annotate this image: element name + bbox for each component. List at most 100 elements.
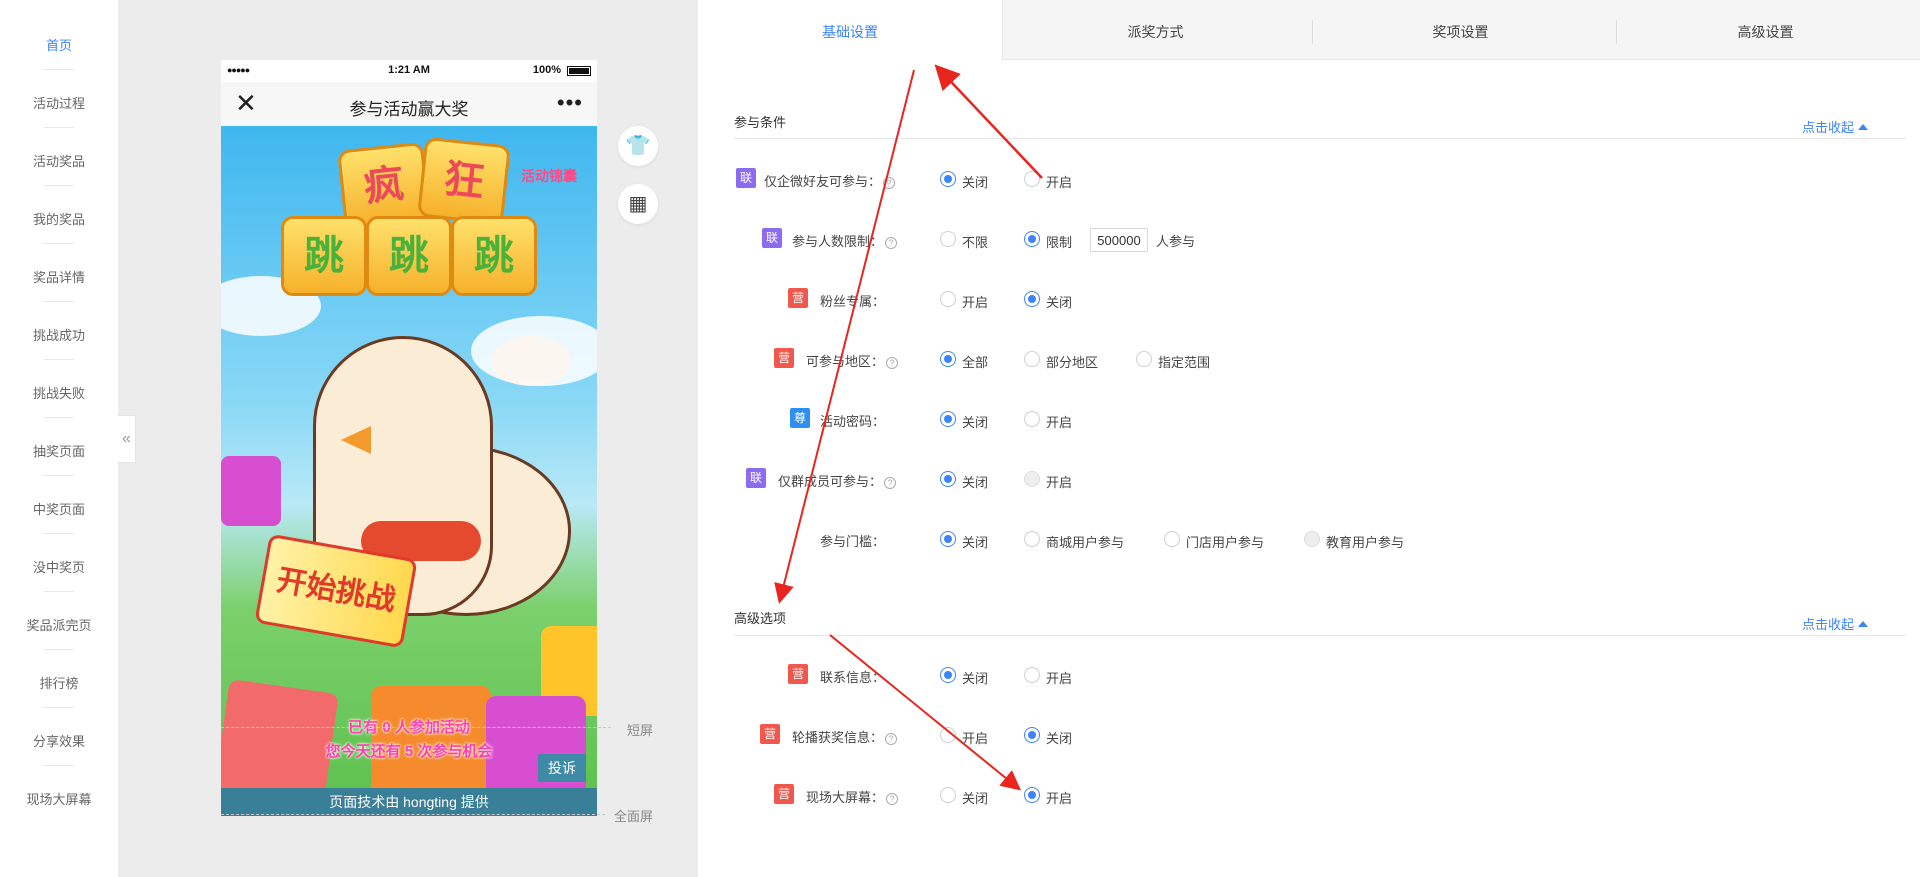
phone-preview: ●●●●● 1:21 AM 100% ✕ 参与活动赢大奖 ••• 疯 狂 跳 跳…	[221, 60, 597, 816]
nav-item-ranking[interactable]: 排行榜	[0, 673, 118, 692]
nav-separator	[44, 707, 74, 708]
row-label: 现场大屏幕：?	[806, 787, 899, 806]
nav-item-process[interactable]: 活动过程	[0, 93, 118, 112]
section-divider	[734, 138, 1906, 139]
nav-item-prizes[interactable]: 活动奖品	[0, 151, 118, 170]
radio-dot	[940, 531, 956, 547]
complain-button[interactable]: 投诉	[538, 754, 586, 782]
row-winner-carousel: 营 轮播获奖信息：? 开启 关闭	[698, 724, 1920, 748]
label-text: 轮播获奖信息：	[792, 730, 884, 745]
row-label: 活动密码：	[820, 414, 886, 429]
more-icon[interactable]: •••	[557, 90, 583, 116]
goose-beak	[341, 426, 371, 454]
collapse-nav-button[interactable]: «	[118, 415, 136, 463]
radio-label: 关闭	[962, 415, 989, 430]
phone-status-bar: ●●●●● 1:21 AM 100%	[221, 60, 597, 82]
row-label: 参与人数限制：?	[792, 231, 898, 250]
section-toggle-participation[interactable]: 点击收起	[1802, 117, 1868, 136]
nav-item-share[interactable]: 分享效果	[0, 731, 118, 750]
toggle-label: 点击收起	[1801, 617, 1854, 632]
radio-label: 开启	[1046, 175, 1073, 190]
nav-item-success[interactable]: 挑战成功	[0, 325, 118, 344]
nav-separator	[44, 301, 74, 302]
radio-dot	[1164, 531, 1180, 547]
radio-dot	[1024, 667, 1040, 683]
radio-dot	[940, 291, 956, 307]
game-banner: 疯 狂 跳 跳 跳 活动锦囊 开始挑战 已有 0 人参加活动 您今天还有 5 次…	[221, 126, 597, 816]
short-screen-label: 短屏	[627, 723, 654, 738]
title-tile: 跳	[366, 216, 452, 296]
radio-dot	[940, 667, 956, 683]
nav-separator	[44, 359, 74, 360]
nav-item-my-prizes[interactable]: 我的奖品	[0, 209, 118, 228]
radio-dot	[940, 411, 956, 427]
help-icon[interactable]: ?	[884, 477, 897, 489]
cloud-face-decoration	[491, 336, 571, 386]
nav-separator	[44, 475, 74, 476]
full-screen-label: 全面屏	[614, 809, 654, 824]
tag-badge: 营	[774, 784, 794, 804]
app-root: 首页 活动过程 活动奖品 我的奖品 奖品详情 挑战成功 挑战失败 抽奖页面 中奖…	[0, 0, 1920, 877]
nav-separator	[44, 649, 74, 650]
nav-separator	[44, 69, 74, 70]
tag-badge: 营	[788, 288, 808, 308]
tab-basic[interactable]: 基础设置	[698, 0, 1003, 61]
nav-item-prizes-out[interactable]: 奖品派完页	[0, 615, 118, 634]
row-big-screen: 营 现场大屏幕：? 关闭 开启	[698, 784, 1920, 808]
row-label: 粉丝专属：	[820, 294, 886, 309]
section-toggle-advanced[interactable]: 点击收起	[1802, 614, 1868, 633]
radio-label: 关闭	[1046, 731, 1073, 746]
radio-label: 门店用户参与	[1186, 535, 1265, 550]
nav-item-bigscreen[interactable]: 现场大屏幕	[0, 789, 118, 808]
tab-prizes[interactable]: 奖项设置	[1308, 0, 1613, 60]
grid-icon[interactable]: ▦	[618, 184, 658, 224]
nav-item-no-win[interactable]: 没中奖页	[0, 557, 118, 576]
phone-page-title: 参与活动赢大奖	[349, 100, 469, 119]
tag-badge: 营	[774, 348, 794, 368]
row-label: 仅群成员可参与：?	[778, 471, 897, 490]
double-chevron-left-icon: «	[122, 430, 131, 447]
row-label: 联系信息：	[820, 670, 886, 685]
row-wechat-friends: 联 仅企微好友可参与：? 关闭 开启	[698, 168, 1920, 192]
radio-dot	[1024, 531, 1040, 547]
radio-label: 商城用户参与	[1046, 535, 1125, 550]
nav-item-win[interactable]: 中奖页面	[0, 499, 118, 518]
nav-separator	[44, 533, 74, 534]
section-divider	[734, 635, 1906, 636]
nav-separator	[44, 243, 74, 244]
tab-distribution[interactable]: 派奖方式	[1003, 0, 1308, 60]
radio-dot	[1304, 531, 1320, 547]
title-tile: 跳	[451, 216, 537, 296]
tag-badge: 营	[760, 724, 780, 744]
nav-item-home[interactable]: 首页	[0, 35, 118, 54]
help-icon[interactable]: ?	[885, 237, 898, 249]
nav-item-fail[interactable]: 挑战失败	[0, 383, 118, 402]
radio-dot	[1024, 787, 1040, 803]
tag-badge: 尊	[790, 408, 810, 428]
help-icon[interactable]: ?	[886, 357, 899, 369]
radio-label: 关闭	[962, 535, 989, 550]
tips-badge[interactable]: 活动锦囊	[521, 166, 577, 186]
help-icon[interactable]: ?	[883, 177, 896, 189]
shirt-icon[interactable]: 👕	[618, 126, 658, 166]
nav-item-prize-detail[interactable]: 奖品详情	[0, 267, 118, 286]
radio-label: 不限	[962, 235, 989, 250]
limit-count-input[interactable]	[1090, 228, 1148, 252]
battery-icon	[567, 66, 591, 76]
radio-label: 开启	[1046, 791, 1073, 806]
tab-advanced[interactable]: 高级设置	[1613, 0, 1918, 60]
radio-label: 部分地区	[1046, 355, 1099, 370]
radio-dot	[1024, 351, 1040, 367]
radio-label: 开启	[962, 295, 989, 310]
radio-dot	[940, 471, 956, 487]
help-icon[interactable]: ?	[885, 733, 898, 745]
help-icon[interactable]: ?	[886, 793, 899, 805]
row-label: 仅企微好友可参与：?	[764, 171, 896, 190]
row-fans-only: 营 粉丝专属： 开启 关闭	[698, 288, 1920, 312]
row-label: 参与门槛：	[820, 534, 886, 549]
tag-badge: 营	[788, 664, 808, 684]
radio-dot	[940, 727, 956, 743]
tag-badge: 联	[746, 468, 766, 488]
radio-label: 关闭	[962, 791, 989, 806]
nav-item-lottery[interactable]: 抽奖页面	[0, 441, 118, 460]
